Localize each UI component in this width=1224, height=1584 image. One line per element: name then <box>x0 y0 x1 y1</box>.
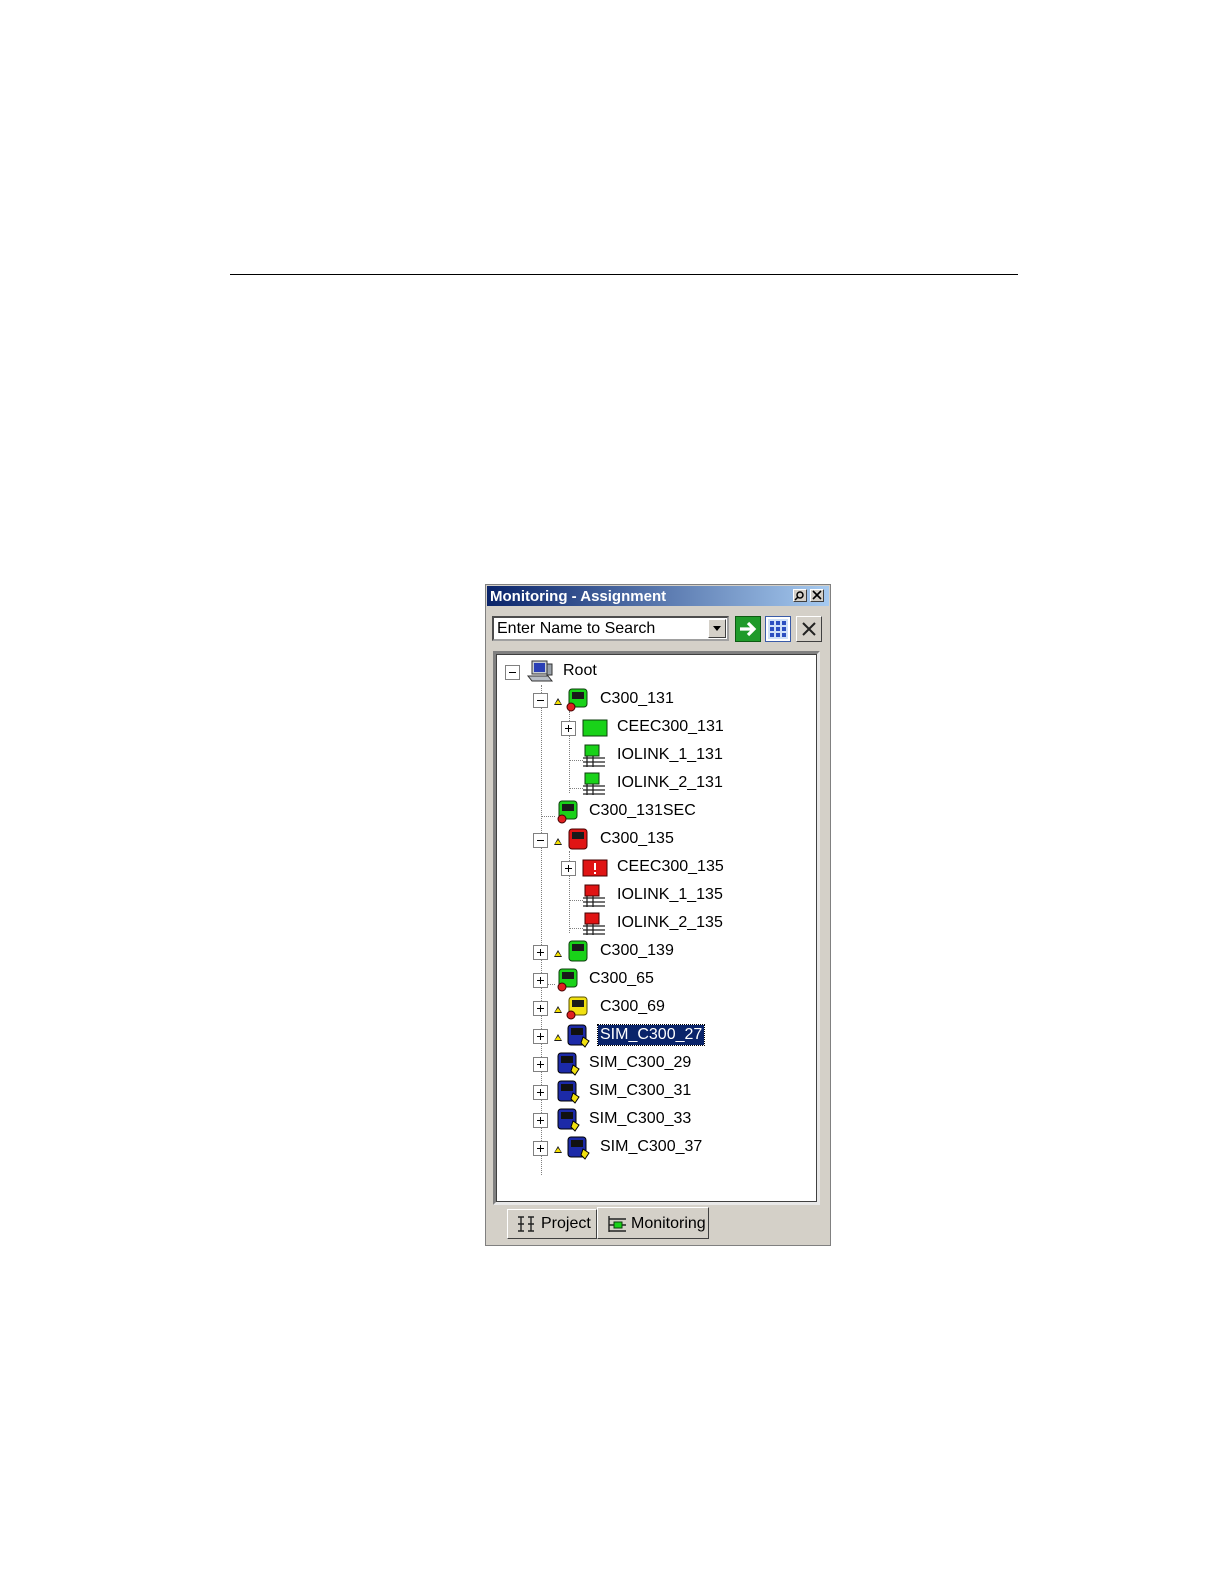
tree-label: SIM_C300_33 <box>589 1110 692 1127</box>
search-input[interactable]: Enter Name to Search <box>497 620 655 638</box>
tree-label: C300_69 <box>600 998 665 1015</box>
tab-project[interactable]: Project <box>507 1209 597 1239</box>
tree-label: C300_139 <box>600 942 674 959</box>
title-bar[interactable]: Monitoring - Assignment <box>487 586 829 606</box>
expand-icon[interactable] <box>561 861 576 876</box>
tab-strip: Project Monitoring <box>486 1207 830 1245</box>
tree-node[interactable]: C300_131 <box>497 687 817 713</box>
controller-icon <box>566 996 588 1020</box>
expand-icon[interactable] <box>533 1085 548 1100</box>
warning-icon <box>554 1146 562 1153</box>
tree-node[interactable]: C300_139 <box>497 939 817 965</box>
expand-icon[interactable] <box>533 973 548 988</box>
expand-icon[interactable] <box>533 1141 548 1156</box>
tree-node[interactable]: SIM_C300_31 <box>497 1079 817 1105</box>
tree-label: C300_65 <box>589 970 654 987</box>
tree-label: SIM_C300_29 <box>589 1054 692 1071</box>
search-combobox[interactable]: Enter Name to Search <box>492 616 729 641</box>
tree-label: IOLINK_1_135 <box>617 886 723 903</box>
tree-node-selected[interactable]: SIM_C300_27 <box>497 1023 817 1049</box>
close-icon[interactable] <box>810 589 824 602</box>
tree-node[interactable]: CEEC300_135 <box>497 855 817 881</box>
expand-icon[interactable] <box>533 1029 548 1044</box>
controller-icon <box>568 828 588 850</box>
expand-icon[interactable] <box>533 1057 548 1072</box>
tree-label: SIM_C300_31 <box>589 1082 692 1099</box>
tree-node-root[interactable]: Root <box>497 659 817 685</box>
chevron-down-icon[interactable] <box>708 619 726 638</box>
tab-project-label: Project <box>541 1215 591 1232</box>
tree-label: SIM_C300_37 <box>600 1138 703 1155</box>
pin-icon[interactable] <box>793 589 807 602</box>
iolink-icon <box>583 884 605 907</box>
cee-block-icon <box>582 719 608 737</box>
expand-icon[interactable] <box>533 1001 548 1016</box>
tree-node[interactable]: IOLINK_1_131 <box>497 743 817 769</box>
tab-monitoring[interactable]: Monitoring <box>597 1207 709 1239</box>
tree-viewport: Root C300_131 CEEC300_131 IOLINK_1_131 I… <box>496 654 817 1202</box>
cee-block-icon <box>582 859 608 877</box>
expand-icon[interactable] <box>561 721 576 736</box>
simulated-controller-icon <box>557 1108 580 1132</box>
page-rule <box>230 274 1018 275</box>
panel-title: Monitoring - Assignment <box>490 588 667 605</box>
tree-label: Root <box>563 662 597 679</box>
simulated-controller-icon <box>557 1080 580 1104</box>
monitoring-tree-icon <box>608 1216 626 1232</box>
project-tree-icon <box>518 1216 534 1232</box>
warning-icon <box>554 1006 562 1013</box>
tree-node[interactable]: SIM_C300_29 <box>497 1051 817 1077</box>
tree-node[interactable]: CEEC300_131 <box>497 715 817 741</box>
tree-label: SIM_C300_27 <box>596 1024 706 1046</box>
tree-node[interactable]: SIM_C300_33 <box>497 1107 817 1133</box>
tree-node[interactable]: IOLINK_1_135 <box>497 883 817 909</box>
simulated-controller-icon <box>557 1052 580 1076</box>
x-icon[interactable] <box>796 616 822 642</box>
tree-node[interactable]: C300_131SEC <box>497 799 817 825</box>
tree-label: CEEC300_135 <box>617 858 724 875</box>
tree-label: C300_131 <box>600 690 674 707</box>
assignment-tree[interactable]: Root C300_131 CEEC300_131 IOLINK_1_131 I… <box>493 651 820 1205</box>
iolink-icon <box>583 912 605 935</box>
tab-monitoring-label: Monitoring <box>631 1215 706 1232</box>
grid-icon[interactable] <box>765 616 791 642</box>
controller-icon <box>557 968 578 992</box>
collapse-icon[interactable] <box>505 665 520 680</box>
tree-node[interactable]: IOLINK_2_135 <box>497 911 817 937</box>
iolink-icon <box>583 772 605 795</box>
simulated-controller-icon <box>567 1024 590 1048</box>
warning-icon <box>554 698 562 705</box>
iolink-icon <box>583 744 605 767</box>
monitoring-panel: Monitoring - Assignment Enter Name to Se… <box>485 584 831 1246</box>
tree-label: IOLINK_2_131 <box>617 774 723 791</box>
collapse-icon[interactable] <box>533 833 548 848</box>
controller-icon <box>568 940 588 962</box>
warning-icon <box>554 950 562 957</box>
controller-icon <box>566 688 588 712</box>
tree-label: IOLINK_1_131 <box>617 746 723 763</box>
expand-icon[interactable] <box>533 1113 548 1128</box>
tree-node[interactable]: C300_65 <box>497 967 817 993</box>
tree-node[interactable]: C300_135 <box>497 827 817 853</box>
tree-label: CEEC300_131 <box>617 718 724 735</box>
warning-icon <box>554 1034 562 1041</box>
computer-icon <box>526 660 554 682</box>
tree-node[interactable]: C300_69 <box>497 995 817 1021</box>
tree-node[interactable]: IOLINK_2_131 <box>497 771 817 797</box>
controller-icon <box>557 800 578 824</box>
collapse-icon[interactable] <box>533 693 548 708</box>
expand-icon[interactable] <box>533 945 548 960</box>
arrow-right-icon[interactable] <box>735 616 761 642</box>
warning-icon <box>554 838 562 845</box>
tree-label: IOLINK_2_135 <box>617 914 723 931</box>
tree-node[interactable]: SIM_C300_37 <box>497 1135 817 1161</box>
simulated-controller-icon <box>567 1136 590 1160</box>
tree-label: C300_135 <box>600 830 674 847</box>
tree-label: C300_131SEC <box>589 802 696 819</box>
